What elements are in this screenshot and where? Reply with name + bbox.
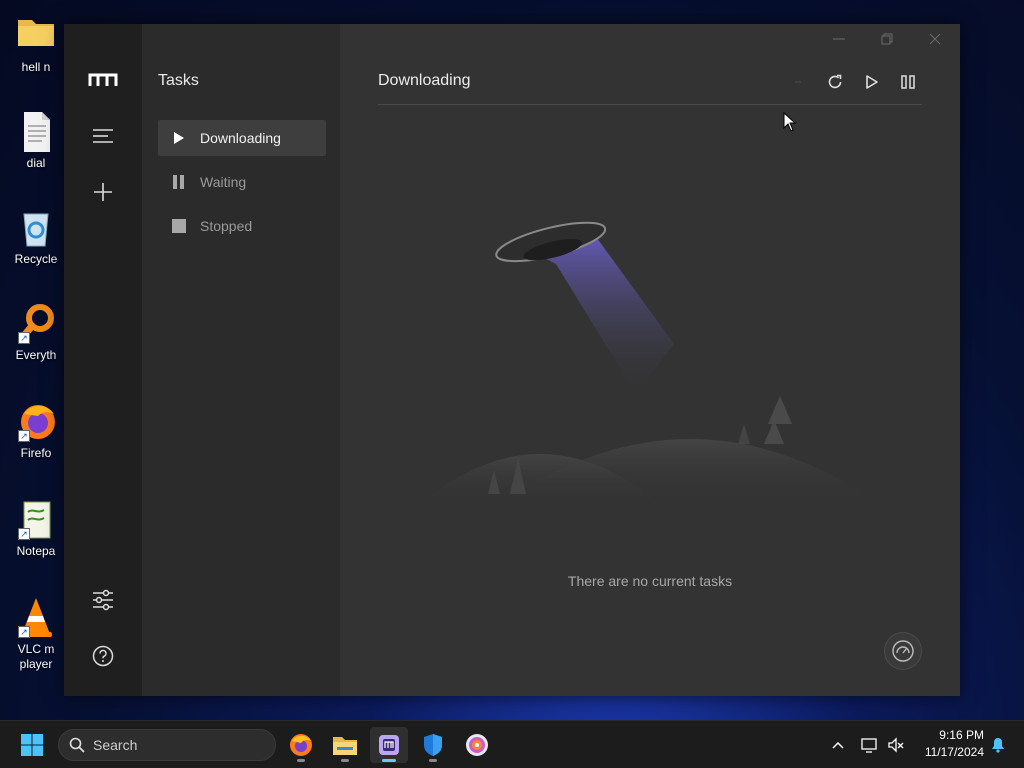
recycle-bin-icon: [16, 206, 56, 248]
desktop-icon-vlc[interactable]: ↗ VLC m player: [4, 590, 68, 680]
firefox-icon: ↗: [16, 400, 56, 442]
shortcut-arrow-icon: ↗: [18, 626, 30, 638]
speedometer-icon[interactable]: [884, 632, 922, 670]
task-filter-waiting[interactable]: Waiting: [158, 164, 326, 200]
desktop-icon-firefox[interactable]: ↗ Firefo: [4, 394, 68, 484]
file-explorer-icon: [332, 734, 358, 756]
settings-sliders-icon[interactable]: [86, 583, 120, 617]
taskbar-clock[interactable]: 9:16 PM 11/17/2024: [912, 727, 984, 761]
plus-icon[interactable]: [86, 175, 120, 209]
taskbar-app-windows-security[interactable]: [414, 727, 452, 763]
title-divider: [378, 104, 922, 105]
desktop-icon-notepad[interactable]: ↗ Notepa: [4, 492, 68, 582]
folder-icon: [16, 14, 56, 56]
active-indicator: [382, 759, 396, 762]
search-icon: [69, 737, 85, 753]
everything-search-icon: ↗: [16, 302, 56, 344]
motrix-logo-icon[interactable]: [86, 63, 120, 97]
desktop-icon-document[interactable]: dial: [4, 104, 68, 194]
volume-muted-icon[interactable]: [884, 729, 908, 761]
stop-icon: [172, 219, 186, 233]
shortcut-arrow-icon: ↗: [18, 332, 30, 344]
task-filter-label: Stopped: [200, 218, 253, 234]
taskbar-app-file-explorer[interactable]: [326, 727, 364, 763]
taskbar-app-media-player[interactable]: [458, 727, 496, 763]
menu-icon[interactable]: [86, 119, 120, 153]
search-placeholder: Search: [93, 737, 138, 753]
main-content: Downloading There are no current tasks: [340, 24, 960, 696]
task-filter-label: Waiting: [200, 174, 247, 190]
firefox-icon: [289, 733, 313, 757]
nav-rail: [64, 24, 142, 696]
empty-state-message: There are no current tasks: [567, 573, 733, 589]
running-indicator: [297, 759, 305, 762]
ufo-empty-illustration: [420, 221, 880, 504]
taskbar-search[interactable]: Search: [58, 729, 276, 761]
network-icon[interactable]: [858, 729, 882, 761]
windows-security-icon: [422, 733, 444, 757]
mouse-cursor-icon: [783, 112, 797, 132]
task-filter-label: Downloading: [200, 130, 281, 146]
motrix-window: Tasks Downloading Waiting Stopped Downlo…: [64, 24, 960, 696]
taskbar-app-firefox[interactable]: [282, 727, 320, 763]
play-icon: [172, 131, 186, 145]
taskbar: Search 9:16 PM 11/17/2024: [0, 720, 1024, 768]
desktop-icon-recycle-bin[interactable]: Recycle: [4, 200, 68, 290]
running-indicator: [341, 759, 349, 762]
pause-icon: [172, 175, 186, 189]
running-indicator: [429, 759, 437, 762]
document-icon: [16, 110, 56, 152]
clock-time: 9:16 PM: [939, 728, 984, 742]
windows-start-icon[interactable]: [14, 729, 50, 761]
task-filter-stopped[interactable]: Stopped: [158, 208, 326, 244]
task-filter-downloading[interactable]: Downloading: [158, 120, 326, 156]
notepad-icon: ↗: [16, 498, 56, 540]
media-player-icon: [465, 733, 489, 757]
delete-icon[interactable]: [784, 68, 812, 96]
maximize-icon[interactable]: [872, 28, 902, 50]
help-icon[interactable]: [86, 639, 120, 673]
desktop-icon-folder[interactable]: hell n: [4, 8, 68, 98]
tasks-panel: Tasks Downloading Waiting Stopped: [142, 24, 340, 696]
notification-bell-icon[interactable]: [988, 729, 1008, 761]
refresh-icon[interactable]: [821, 68, 849, 96]
resume-all-icon[interactable]: [858, 68, 886, 96]
motrix-icon: [378, 734, 400, 756]
shortcut-arrow-icon: ↗: [18, 528, 30, 540]
taskbar-app-motrix[interactable]: [370, 727, 408, 763]
close-icon[interactable]: [920, 28, 950, 50]
desktop-icon-everything[interactable]: ↗ Everyth: [4, 296, 68, 386]
vlc-icon: ↗: [16, 596, 56, 638]
chevron-up-icon[interactable]: [828, 729, 848, 761]
pause-all-icon[interactable]: [894, 68, 922, 96]
shortcut-arrow-icon: ↗: [18, 430, 30, 442]
tasks-panel-title: Tasks: [158, 72, 199, 89]
minimize-icon[interactable]: [824, 28, 854, 50]
clock-date: 11/17/2024: [924, 745, 984, 759]
page-title: Downloading: [378, 72, 471, 89]
